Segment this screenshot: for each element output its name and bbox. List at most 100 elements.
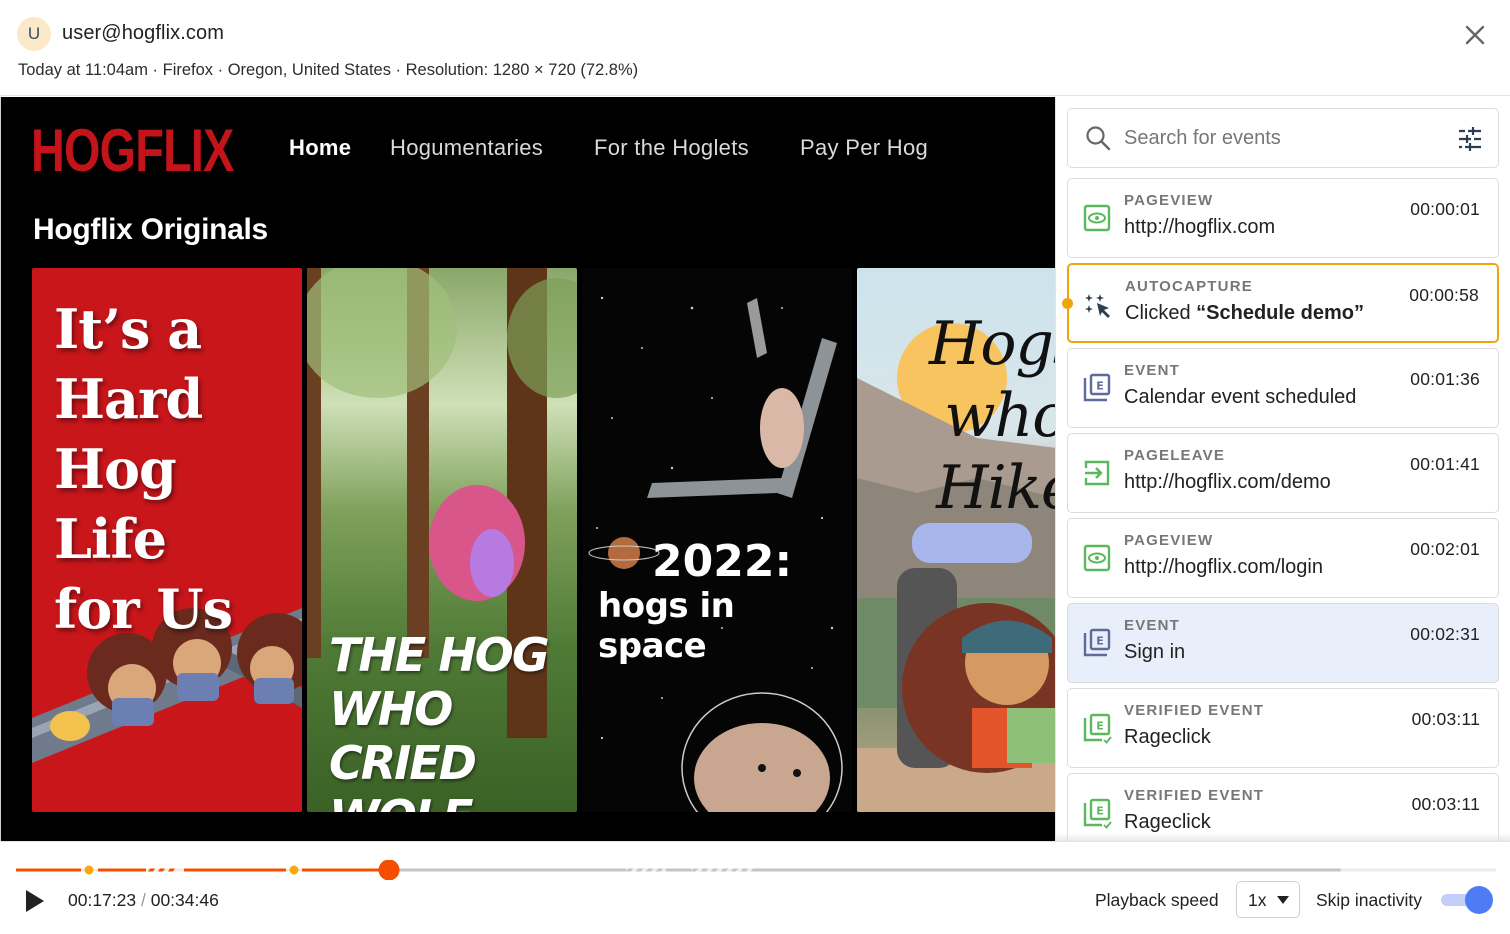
event-type: EVENT bbox=[1124, 362, 1181, 379]
playback-speed-select[interactable]: 1x bbox=[1236, 881, 1300, 918]
event-type: AUTOCAPTURE bbox=[1125, 278, 1253, 295]
seekbar[interactable] bbox=[16, 859, 1496, 881]
play-icon bbox=[26, 890, 44, 912]
poster-hog-who-cried-wolf[interactable]: The Hog Who Cried Wolf bbox=[307, 268, 577, 812]
event-time: 00:01:36 bbox=[1410, 369, 1480, 389]
svg-text:E: E bbox=[1096, 635, 1104, 648]
buffered-segment bbox=[756, 868, 1341, 872]
event-title: http://hogflix.com bbox=[1124, 216, 1276, 238]
event-type: PAGELEAVE bbox=[1124, 447, 1226, 464]
event-item[interactable]: E EVENT Calendar event scheduled 00:01:3… bbox=[1067, 348, 1499, 428]
event-item-active[interactable]: E EVENT Sign in 00:02:31 bbox=[1067, 603, 1499, 683]
event-item-current[interactable]: AUTOCAPTURE Clicked “Schedule demo” 00:0… bbox=[1062, 263, 1499, 343]
total-time: 00:34:46 bbox=[150, 890, 219, 910]
nav-hogumentaries[interactable]: Hogumentaries bbox=[390, 135, 543, 161]
seekbar-track[interactable] bbox=[16, 859, 1496, 881]
event-type: PAGEVIEW bbox=[1124, 532, 1214, 549]
user-email: user@hogflix.com bbox=[62, 22, 224, 44]
event-type: PAGEVIEW bbox=[1124, 192, 1214, 209]
skip-inactivity-toggle[interactable] bbox=[1441, 886, 1493, 914]
nav-for-the-hoglets[interactable]: For the Hoglets bbox=[594, 135, 749, 161]
eye-icon bbox=[1083, 204, 1111, 232]
event-title-element: “Schedule demo” bbox=[1196, 302, 1364, 324]
close-button[interactable] bbox=[1462, 22, 1488, 48]
playback-speed-value: 1x bbox=[1248, 890, 1267, 910]
playback-speed-label: Playback speed bbox=[1095, 890, 1219, 910]
sliders-icon[interactable] bbox=[1456, 125, 1484, 153]
event-time: 00:00:58 bbox=[1409, 285, 1479, 305]
event-icon: E bbox=[1083, 628, 1111, 657]
event-time: 00:02:31 bbox=[1410, 624, 1480, 644]
nav-pay-per-hog[interactable]: Pay Per Hog bbox=[800, 135, 928, 161]
event-type: EVENT bbox=[1124, 617, 1181, 634]
current-marker bbox=[1062, 298, 1073, 309]
played-segment bbox=[184, 868, 286, 872]
svg-text:E: E bbox=[1096, 805, 1104, 818]
event-marker[interactable] bbox=[84, 865, 94, 875]
seek-handle[interactable] bbox=[378, 859, 400, 881]
event-time: 00:01:41 bbox=[1410, 454, 1480, 474]
poster-title: It’s a Hard Hog Life for Us bbox=[54, 297, 233, 641]
event-item[interactable]: E VERIFIED EVENT Rageclick 00:03:11 bbox=[1067, 773, 1499, 841]
played-segment bbox=[98, 868, 146, 872]
search-icon bbox=[1086, 126, 1111, 151]
event-title: Sign in bbox=[1124, 641, 1186, 663]
hogflix-logo[interactable]: HOGFLIX bbox=[31, 119, 234, 183]
time-display: 00:17:23 / 00:34:46 bbox=[68, 890, 219, 911]
seek-played bbox=[16, 868, 389, 872]
play-button[interactable] bbox=[24, 889, 46, 913]
event-title: Calendar event scheduled bbox=[1124, 386, 1357, 408]
event-icon: E bbox=[1083, 373, 1111, 402]
close-icon bbox=[1465, 25, 1485, 45]
events-panel: PAGEVIEW http://hogflix.com 00:00:01 AUT… bbox=[1055, 97, 1510, 841]
skip-inactivity-label: Skip inactivity bbox=[1316, 890, 1423, 910]
event-title-prefix: Clicked bbox=[1125, 302, 1197, 324]
player-controls: 00:17:23 / 00:34:46 Playback speed 1x Sk… bbox=[0, 841, 1510, 934]
buffered-segment bbox=[389, 868, 626, 872]
eye-icon bbox=[1083, 544, 1111, 572]
event-time: 00:03:11 bbox=[1411, 794, 1480, 814]
time-separator: / bbox=[136, 890, 151, 910]
event-type: VERIFIED EVENT bbox=[1124, 787, 1265, 804]
event-title: Rageclick bbox=[1124, 811, 1211, 833]
current-time: 00:17:23 bbox=[68, 890, 137, 910]
event-search[interactable] bbox=[1067, 108, 1499, 168]
seek-buffered bbox=[389, 868, 1341, 872]
avatar: U bbox=[17, 17, 51, 51]
verified-event-icon: E bbox=[1083, 798, 1112, 829]
poster-title: Hogs who Hike bbox=[929, 309, 1055, 523]
event-item[interactable]: PAGELEAVE http://hogflix.com/demo 00:01:… bbox=[1067, 433, 1499, 513]
event-item[interactable]: PAGEVIEW http://hogflix.com 00:00:01 bbox=[1067, 178, 1499, 258]
svg-text:E: E bbox=[1096, 720, 1104, 733]
poster-hard-hog-life[interactable]: It’s a Hard Hog Life for Us bbox=[32, 268, 302, 812]
poster-title-sub: hogs in space bbox=[598, 586, 735, 666]
scroll-fade bbox=[1056, 833, 1510, 841]
event-title: http://hogflix.com/demo bbox=[1124, 471, 1331, 493]
svg-text:E: E bbox=[1096, 380, 1104, 393]
event-item[interactable]: E VERIFIED EVENT Rageclick 00:03:11 bbox=[1067, 688, 1499, 768]
poster-hogs-who-hike[interactable]: Hogs who Hike bbox=[857, 268, 1055, 812]
event-title: http://hogflix.com/login bbox=[1124, 556, 1323, 578]
search-input[interactable] bbox=[1124, 123, 1444, 153]
poster-title: The Hog Who Cried Wolf bbox=[329, 628, 550, 812]
verified-event-icon: E bbox=[1083, 713, 1112, 744]
caret-down-icon bbox=[1277, 896, 1289, 904]
poster-title-year: 2022: bbox=[652, 536, 793, 587]
event-item[interactable]: PAGEVIEW http://hogflix.com/login 00:02:… bbox=[1067, 518, 1499, 598]
event-type: VERIFIED EVENT bbox=[1124, 702, 1265, 719]
buffered-segment bbox=[666, 868, 691, 872]
event-title: Clicked “Schedule demo” bbox=[1125, 302, 1364, 325]
played-segment bbox=[16, 868, 81, 872]
exit-icon bbox=[1084, 460, 1110, 486]
recording-viewport[interactable]: HOGFLIX Home Hogumentaries For the Hogle… bbox=[0, 97, 1055, 841]
recording-header: U user@hogflix.com Today at 11:04am · Fi… bbox=[0, 0, 1510, 96]
event-time: 00:03:11 bbox=[1411, 709, 1480, 729]
toggle-knob bbox=[1465, 886, 1493, 914]
event-marker[interactable] bbox=[289, 865, 299, 875]
played-segment bbox=[302, 868, 389, 872]
recording-meta: Today at 11:04am · Firefox · Oregon, Uni… bbox=[18, 61, 639, 79]
event-time: 00:00:01 bbox=[1410, 199, 1480, 219]
section-title: Hogflix Originals bbox=[33, 213, 268, 246]
nav-home[interactable]: Home bbox=[289, 135, 351, 161]
poster-hogs-in-space[interactable]: 2022: hogs in space bbox=[582, 268, 852, 812]
